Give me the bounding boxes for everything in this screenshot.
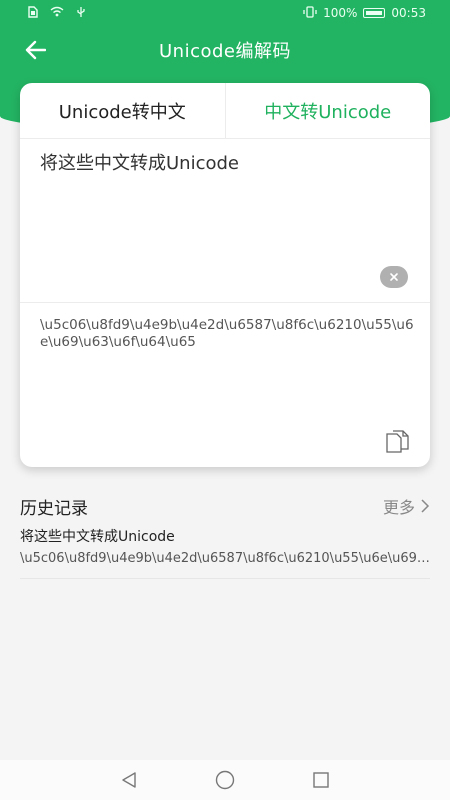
page-title: Unicode编解码 (159, 41, 291, 62)
system-nav-bar (0, 760, 450, 800)
battery-icon (363, 8, 386, 18)
history-title: 历史记录 (20, 498, 88, 519)
result-text[interactable]: \u5c06\u8fd9\u4e9b\u4e2d\u6587\u8f6c\u62… (40, 317, 415, 351)
history-list: 将这些中文转成Unicode \u5c06\u8fd9\u4e9b\u4e2d\… (20, 526, 430, 579)
back-button[interactable] (20, 36, 50, 64)
source-text-input[interactable] (40, 151, 410, 172)
nav-home-button[interactable] (208, 765, 242, 795)
nav-back-button[interactable] (112, 765, 146, 795)
chevron-right-icon (421, 499, 430, 513)
clear-icon (390, 273, 398, 281)
clock: 00:53 (391, 6, 426, 20)
output-area: \u5c06\u8fd9\u4e9b\u4e2d\u6587\u8f6c\u62… (20, 303, 430, 467)
mode-tabs: Unicode转中文 中文转Unicode (20, 83, 430, 139)
converter-card: Unicode转中文 中文转Unicode \u5c06\u8fd9\u4e9b… (20, 83, 430, 467)
tab-chinese-to-unicode[interactable]: 中文转Unicode (226, 83, 431, 138)
history-item[interactable]: 将这些中文转成Unicode \u5c06\u8fd9\u4e9b\u4e2d\… (20, 526, 430, 579)
arrow-left-icon (25, 40, 46, 60)
app-bar: Unicode编解码 (0, 26, 450, 74)
nav-recents-icon (313, 772, 329, 788)
nav-home-icon (215, 770, 235, 790)
more-label: 更多 (382, 498, 415, 517)
wifi-icon (50, 6, 64, 20)
more-button[interactable]: 更多 (383, 494, 430, 518)
history-header: 历史记录 更多 (20, 492, 430, 520)
sim-icon (28, 5, 38, 21)
copy-icon (386, 430, 409, 453)
nav-back-icon (122, 772, 136, 788)
history-item-source: 将这些中文转成Unicode (20, 529, 175, 545)
vibrate-icon (303, 5, 317, 21)
status-bar: 100% 00:53 (0, 0, 450, 26)
history-item-result: \u5c06\u8fd9\u4e9b\u4e2d\u6587\u8f6c\u62… (20, 551, 430, 566)
nav-recents-button[interactable] (304, 765, 338, 795)
battery-percent: 100% (323, 6, 358, 20)
copy-button[interactable] (384, 429, 412, 455)
clear-button[interactable] (380, 266, 408, 288)
tab-unicode-to-chinese[interactable]: Unicode转中文 (20, 83, 226, 138)
input-area (20, 139, 430, 303)
usb-icon (76, 6, 86, 21)
